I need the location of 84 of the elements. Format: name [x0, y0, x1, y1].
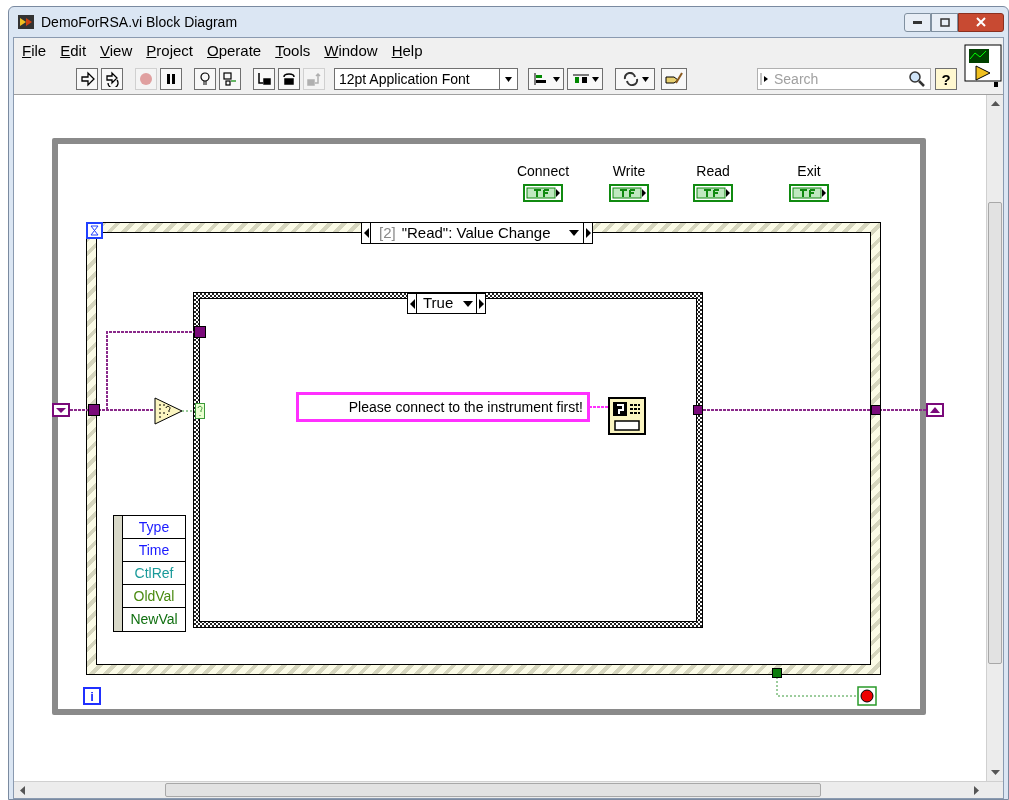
minimize-button[interactable] [904, 12, 931, 32]
abort-icon [138, 71, 154, 87]
maximize-button[interactable] [931, 12, 958, 32]
case-label: True [423, 293, 454, 314]
event-data-field: OldVal [122, 585, 185, 608]
shift-register-icon [926, 403, 944, 417]
close-icon [976, 17, 986, 27]
expand-arrow-icon [760, 72, 770, 86]
compare-node-icon [154, 397, 184, 425]
run-icon [79, 71, 95, 87]
pause-button[interactable] [160, 68, 182, 90]
align-button[interactable] [528, 68, 564, 90]
boolean-terminal-icon [523, 184, 563, 202]
control-label: Read [696, 162, 730, 181]
previous-arrow-icon [408, 294, 417, 313]
wire-tunnel [194, 326, 206, 338]
control-label: Write [612, 162, 646, 181]
event-data-field: Type [122, 516, 185, 539]
menu-item[interactable]: Help [391, 39, 423, 63]
distribute-objects-icon [571, 72, 590, 86]
scroll-down-arrow-icon [990, 770, 1000, 775]
caret-icon [552, 76, 560, 82]
menu-item[interactable]: Project [146, 39, 193, 63]
vertical-scrollbar[interactable] [986, 95, 1003, 781]
highlight-button[interactable] [194, 68, 216, 90]
close-button[interactable] [958, 12, 1004, 32]
scroll-left-arrow-icon [20, 785, 25, 795]
dropdown-arrow-icon [568, 230, 579, 236]
highlight-icon [197, 71, 213, 87]
next-arrow-icon [476, 294, 486, 313]
step-out-icon [306, 71, 322, 87]
stop-terminal-icon [857, 686, 877, 706]
event-case-label: "Read": Value Change [401, 222, 551, 243]
vi-icon [17, 14, 35, 30]
event-data-field: CtlRef [122, 562, 185, 585]
run-continuously-icon [104, 71, 120, 87]
menu-item[interactable]: Operate [207, 39, 262, 63]
dropdown-arrow-icon [505, 76, 512, 82]
menu-item[interactable]: Edit [60, 39, 87, 63]
event-index: [2] [379, 222, 396, 243]
boolean-terminal-icon [609, 184, 649, 202]
reorder-button[interactable] [615, 68, 655, 90]
restore-icon [939, 17, 950, 27]
caret-icon [641, 76, 649, 82]
search-input[interactable]: Search [770, 68, 908, 90]
control-label: Exit [797, 162, 821, 181]
string-constant: Please connect to the instrument first! [296, 392, 590, 422]
dialog-box-icon [608, 397, 646, 435]
menu-item[interactable]: Window [324, 39, 378, 63]
font-dropdown[interactable]: 12pt Application Font [334, 68, 518, 90]
distribute-button[interactable] [567, 68, 603, 90]
iteration-terminal: i [83, 687, 101, 705]
scroll-up-arrow-icon [990, 101, 1000, 106]
step-over-button[interactable] [278, 68, 300, 90]
boolean-terminal-icon [789, 184, 829, 202]
search-icon [908, 70, 926, 88]
clean-up-button[interactable] [661, 68, 687, 90]
run-continuously-button[interactable] [101, 68, 123, 90]
wire [588, 406, 609, 408]
event-data-field: NewVal [122, 608, 185, 631]
dropdown-arrow-icon [463, 300, 474, 307]
wire-tunnel [693, 405, 703, 415]
menu-item[interactable]: View [100, 39, 133, 63]
retain-button[interactable] [219, 68, 241, 90]
window-title: DemoForRSA.vi Block Diagram [41, 12, 238, 32]
boolean-terminal-icon [693, 184, 733, 202]
help-button[interactable]: ? [935, 68, 957, 90]
shift-register-icon [52, 403, 70, 417]
menu-item[interactable]: File [22, 39, 47, 63]
event-selector[interactable]: [2] "Read": Value Change [361, 222, 593, 244]
run-button[interactable] [76, 68, 98, 90]
minimize-icon [913, 20, 922, 24]
horizontal-scrollbar[interactable] [14, 781, 1003, 798]
case-selector[interactable]: True [407, 293, 487, 314]
reorder-icon [621, 72, 640, 86]
vi-icon [964, 44, 1002, 88]
step-into-button[interactable] [253, 68, 275, 90]
scroll-right-arrow-icon [974, 785, 979, 795]
case-selector-terminal-icon [195, 403, 205, 419]
control-label: Connect [516, 162, 570, 181]
caret-icon [591, 76, 599, 82]
event-data-field: Time [122, 539, 185, 562]
menu-item[interactable]: Tools [275, 39, 311, 63]
search-field[interactable]: Search [757, 68, 931, 90]
